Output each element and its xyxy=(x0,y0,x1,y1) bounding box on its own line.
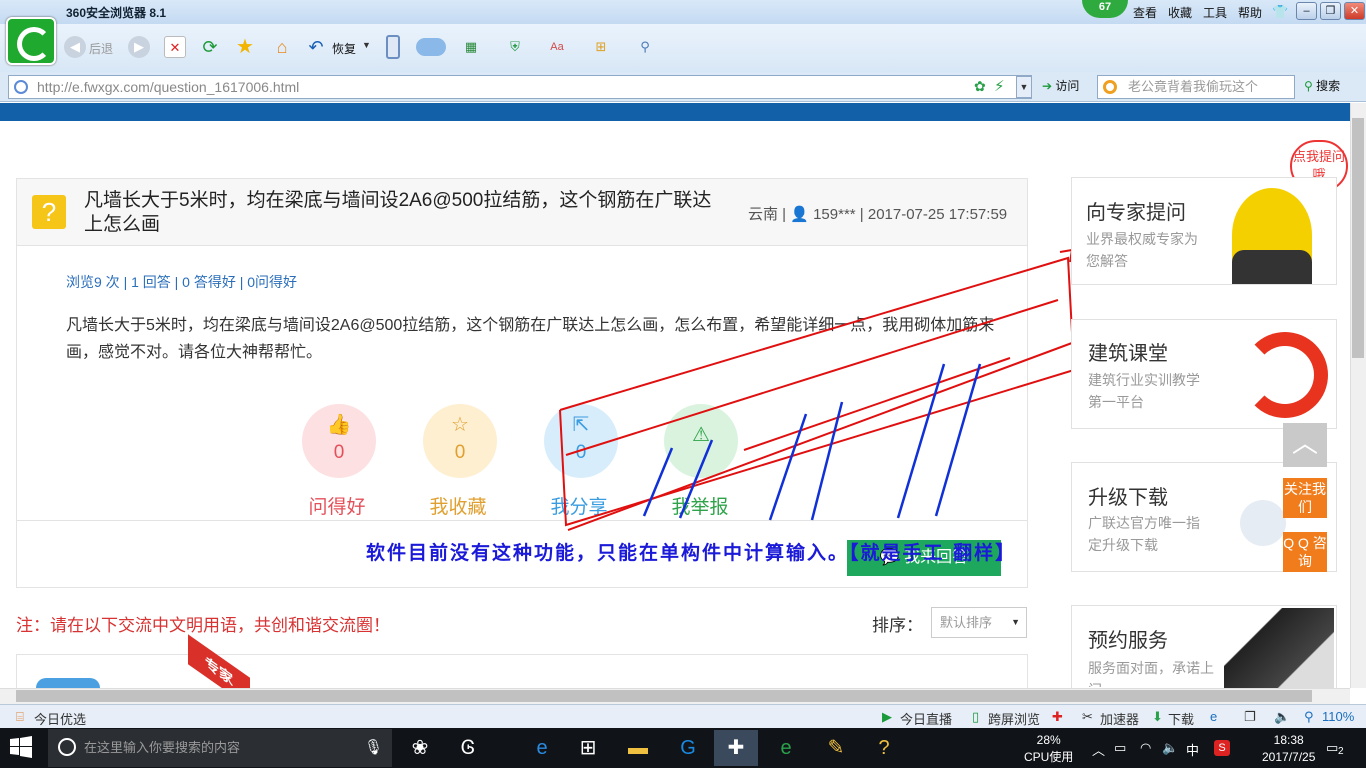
status-download[interactable]: 下载 xyxy=(1168,709,1194,728)
mascot-suit xyxy=(1232,250,1312,284)
annotation-text: 软件目前没有这种功能，只能在单构件中计算输入。【就是手工 翻样】 xyxy=(366,542,1017,564)
edge-icon[interactable]: e xyxy=(520,730,564,766)
qq-consult-button[interactable]: Q Q 咨询 xyxy=(1283,532,1327,572)
speaker-icon[interactable]: 🔈 xyxy=(1162,740,1178,756)
clock-time: 18:38 xyxy=(1273,733,1304,747)
windows-start-icon[interactable] xyxy=(10,736,32,758)
chevron-down-icon: ▼ xyxy=(1011,617,1020,627)
sidebar-card-title: 建筑课堂 xyxy=(1088,343,1168,365)
browser-app-icon[interactable]: Ꮆ xyxy=(446,730,490,766)
zoom-level[interactable]: 110% xyxy=(1322,709,1354,724)
blue-stroke xyxy=(896,363,946,519)
red-line-bottom xyxy=(567,339,1081,531)
glodon-icon[interactable]: G xyxy=(666,730,710,766)
cortana-icon[interactable] xyxy=(58,738,76,756)
blue-stroke xyxy=(934,363,982,517)
store-icon[interactable]: ⊞ xyxy=(566,730,610,766)
folder-icon[interactable]: ▬ xyxy=(616,730,660,766)
notification-icon[interactable]: ▭ xyxy=(1326,740,1338,756)
sort-value: 默认排序 xyxy=(940,615,993,630)
sidebar-card-desc: 建筑行业实训教学第一平台 xyxy=(1088,372,1200,410)
cpu-usage[interactable]: 28% CPU使用 xyxy=(1024,732,1073,766)
blue-stroke xyxy=(768,413,808,521)
ie-icon[interactable]: e xyxy=(1210,709,1217,724)
cpu-percent: 28% xyxy=(1036,733,1061,747)
civility-note: 注：请在以下交流中文明用语，共创和谐交流圈！ xyxy=(16,616,390,635)
volume-icon[interactable]: 🔈 xyxy=(1274,709,1290,725)
sidebar-card-title: 预约服务 xyxy=(1088,630,1168,652)
sidebar-card-desc: 业界最权威专家为您解答 xyxy=(1086,231,1198,269)
red-line-middle xyxy=(565,299,1059,456)
clock-date: 2017/7/25 xyxy=(1262,750,1316,764)
clock[interactable]: 18:38 2017/7/25 xyxy=(1262,732,1315,766)
notes-icon[interactable]: ✎ xyxy=(814,730,858,766)
sidebar-card-desc: 广联达官方唯一指定升级下载 xyxy=(1088,515,1200,553)
360-browser-icon[interactable]: e xyxy=(764,730,808,766)
play-icon[interactable]: ▶ xyxy=(882,709,892,725)
microphone-icon[interactable]: 🎙 xyxy=(364,738,383,756)
help-app-icon[interactable]: ? xyxy=(862,730,906,766)
wrench-icon[interactable]: ✂ xyxy=(1082,709,1093,725)
notification-count: 2 xyxy=(1338,746,1344,757)
status-cross-screen[interactable]: 跨屏浏览 xyxy=(988,709,1040,728)
sort-select[interactable]: 默认排序 ▼ xyxy=(931,607,1027,638)
handshake-image xyxy=(1224,608,1334,688)
taskview-icon[interactable]: ❀ xyxy=(398,730,442,766)
sort-label: 排序： xyxy=(872,616,923,635)
wifi-icon[interactable]: ◠ xyxy=(1140,740,1151,756)
phone-icon[interactable]: ▯ xyxy=(972,709,979,725)
blue-stroke xyxy=(642,447,674,517)
sogou-icon[interactable]: S xyxy=(1214,740,1230,756)
sidebar-card-title: 升级下载 xyxy=(1088,487,1168,509)
window-icon[interactable]: ❐ xyxy=(1244,709,1256,725)
today-picks[interactable]: 今日优选 xyxy=(34,709,86,728)
plus-icon[interactable]: ✚ xyxy=(1052,709,1063,725)
cloud-download-icon xyxy=(1240,500,1286,546)
battery-icon[interactable]: ▭ xyxy=(1114,740,1126,756)
cpu-label: CPU使用 xyxy=(1024,750,1074,764)
active-app-icon[interactable]: ✚ xyxy=(714,730,758,766)
sidebar-card-desc: 服务面对面，承诺上门 xyxy=(1088,660,1214,687)
blue-stroke xyxy=(810,401,844,521)
follow-us-button[interactable]: 关注我们 xyxy=(1283,478,1327,518)
red-box-outline xyxy=(559,256,1076,527)
status-accelerator[interactable]: 加速器 xyxy=(1100,709,1139,728)
red-line-dash xyxy=(743,357,1011,451)
status-live[interactable]: 今日直播 xyxy=(900,709,952,728)
ime-indicator[interactable]: 中 xyxy=(1186,740,1199,759)
zoom-icon[interactable]: ⚲ xyxy=(1304,709,1314,725)
back-to-top-button[interactable]: ︿ xyxy=(1283,423,1327,467)
avatar xyxy=(36,678,100,688)
classroom-logo-icon xyxy=(1242,332,1328,418)
download-icon[interactable]: ⬇ xyxy=(1152,709,1163,725)
horizontal-scroll-thumb[interactable] xyxy=(16,690,1312,702)
tray-expand-icon[interactable]: ︿ xyxy=(1092,740,1105,759)
sidebar-card-title: 向专家提问 xyxy=(1086,202,1186,224)
gift-icon[interactable]: ⌸ xyxy=(16,709,24,725)
taskbar-search[interactable]: 在这里输入你要搜索的内容 xyxy=(48,729,392,767)
